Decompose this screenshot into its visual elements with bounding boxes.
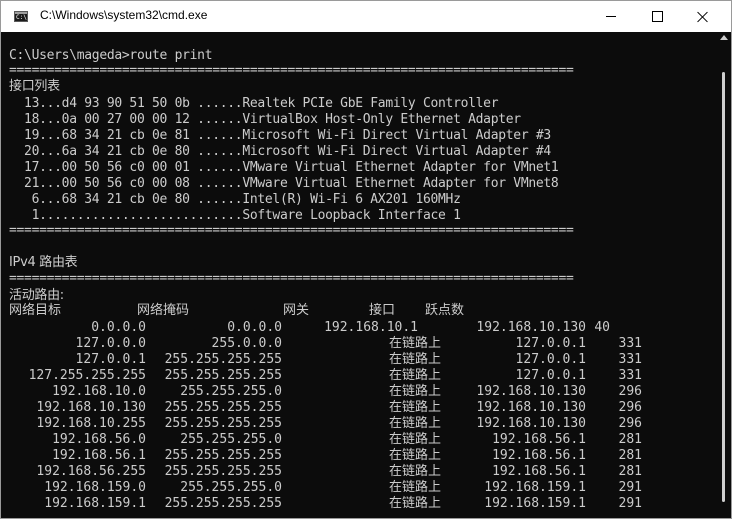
window-title: C:\Windows\system32\cmd.exe bbox=[40, 8, 208, 22]
cmd-app-icon: C:\ bbox=[14, 11, 28, 22]
close-icon bbox=[697, 11, 709, 23]
route-cell-mask: 255.255.255.255 bbox=[164, 496, 282, 511]
cmd-app-icon-label: C:\ bbox=[16, 14, 27, 21]
route-cell-dest: 192.168.159.1 bbox=[44, 496, 146, 511]
column-header-netmask: 网络掩码 bbox=[137, 303, 190, 318]
route-cell-dest: 192.168.10.255 bbox=[36, 416, 146, 431]
route-cell-iface: 127.0.0.1 bbox=[515, 352, 586, 367]
route-cell-dest: 192.168.159.0 bbox=[44, 480, 146, 495]
route-cell-mask: 255.255.255.0 bbox=[180, 432, 282, 447]
route-cell-dest: 127.0.0.1 bbox=[75, 352, 146, 367]
scroll-thumb[interactable] bbox=[722, 72, 725, 502]
interface-row: 19...68 34 21 cb 0e 81 ......Microsoft W… bbox=[9, 128, 551, 143]
active-routes-label: 活动路由: bbox=[9, 288, 64, 303]
column-header-interface: 接口 bbox=[369, 303, 396, 318]
route-cell-iface: 127.0.0.1 bbox=[515, 368, 586, 383]
route-cell-iface: 192.168.10.130 bbox=[476, 416, 586, 431]
route-cell-gateway: 在链路上 bbox=[388, 448, 441, 463]
route-cell-gateway: 在链路上 bbox=[388, 384, 441, 399]
command-prompt: C:\Users\mageda>route print bbox=[9, 48, 213, 63]
interface-row: 20...6a 34 21 cb 0e 80 ......Microsoft W… bbox=[9, 144, 551, 159]
route-cell-gateway: 在链路上 bbox=[388, 432, 441, 447]
route-cell-gateway: 在链路上 bbox=[388, 480, 441, 495]
route-cell-gateway: 192.168.10.1 bbox=[324, 320, 418, 335]
route-cell-mask: 255.255.255.255 bbox=[164, 368, 282, 383]
separator-line: ========================================… bbox=[9, 271, 574, 286]
close-button[interactable] bbox=[680, 1, 726, 32]
route-cell-mask: 255.255.255.255 bbox=[164, 352, 282, 367]
separator-line: ========================================… bbox=[9, 63, 574, 78]
route-cell-iface: 192.168.159.1 bbox=[484, 496, 586, 511]
route-cell-iface: 192.168.10.130 bbox=[476, 320, 586, 335]
route-cell-gateway: 在链路上 bbox=[388, 368, 441, 383]
console-output[interactable]: C:\Users\mageda>route print ============… bbox=[1, 32, 717, 518]
route-cell-mask: 255.255.255.0 bbox=[180, 384, 282, 399]
route-cell-gateway: 在链路上 bbox=[388, 416, 441, 431]
column-header-metric: 跃点数 bbox=[425, 303, 465, 318]
route-cell-iface: 127.0.0.1 bbox=[515, 336, 586, 351]
route-cell-mask: 255.255.255.255 bbox=[164, 400, 282, 415]
route-cell-dest: 192.168.10.130 bbox=[36, 400, 146, 415]
route-cell-dest: 127.0.0.0 bbox=[75, 336, 146, 351]
route-cell-metric: 291 bbox=[618, 496, 642, 511]
route-cell-dest: 192.168.56.255 bbox=[36, 464, 146, 479]
route-cell-iface: 192.168.56.1 bbox=[492, 464, 586, 479]
cmd-window: C:\ C:\Windows\system32\cmd.exe C:\Users… bbox=[0, 0, 732, 519]
route-cell-metric: 331 bbox=[618, 352, 642, 367]
route-cell-iface: 192.168.159.1 bbox=[484, 480, 586, 495]
column-header-destination: 网络目标 bbox=[9, 303, 62, 318]
route-cell-mask: 255.255.255.255 bbox=[164, 448, 282, 463]
route-cell-gateway: 在链路上 bbox=[388, 496, 441, 511]
maximize-button[interactable] bbox=[634, 1, 680, 32]
route-cell-dest: 192.168.56.0 bbox=[52, 432, 146, 447]
route-cell-metric: 281 bbox=[618, 448, 642, 463]
route-cell-iface: 192.168.10.130 bbox=[476, 384, 586, 399]
route-cell-metric: 40 bbox=[594, 320, 610, 335]
ipv4-table-header: IPv4 路由表 bbox=[9, 255, 78, 270]
interface-row: 21...00 50 56 c0 00 08 ......VMware Virt… bbox=[9, 176, 559, 191]
route-cell-metric: 296 bbox=[618, 416, 642, 431]
interface-row: 13...d4 93 90 51 50 0b ......Realtek PCI… bbox=[9, 96, 499, 111]
route-cell-metric: 296 bbox=[618, 384, 642, 399]
route-cell-metric: 281 bbox=[618, 464, 642, 479]
route-cell-metric: 331 bbox=[618, 368, 642, 383]
route-cell-mask: 255.255.255.255 bbox=[164, 464, 282, 479]
route-cell-metric: 296 bbox=[618, 400, 642, 415]
interface-row: 1...........................Software Loo… bbox=[9, 208, 461, 223]
route-cell-iface: 192.168.56.1 bbox=[492, 448, 586, 463]
route-cell-dest: 127.255.255.255 bbox=[28, 368, 146, 383]
vertical-scrollbar[interactable] bbox=[717, 32, 731, 518]
route-cell-metric: 281 bbox=[618, 432, 642, 447]
route-cell-metric: 331 bbox=[618, 336, 642, 351]
route-cell-gateway: 在链路上 bbox=[388, 352, 441, 367]
minimize-icon bbox=[606, 16, 616, 17]
route-cell-mask: 0.0.0.0 bbox=[227, 320, 282, 335]
route-cell-iface: 192.168.10.130 bbox=[476, 400, 586, 415]
route-cell-dest: 0.0.0.0 bbox=[91, 320, 146, 335]
title-bar[interactable]: C:\ C:\Windows\system32\cmd.exe bbox=[1, 1, 731, 32]
route-cell-gateway: 在链路上 bbox=[388, 336, 441, 351]
route-cell-mask: 255.0.0.0 bbox=[211, 336, 282, 351]
maximize-icon bbox=[651, 11, 663, 22]
route-cell-mask: 255.255.255.0 bbox=[180, 480, 282, 495]
route-cell-dest: 192.168.56.1 bbox=[52, 448, 146, 463]
route-cell-iface: 192.168.56.1 bbox=[492, 432, 586, 447]
interface-list-header: 接口列表 bbox=[9, 79, 60, 94]
route-cell-metric: 291 bbox=[618, 480, 642, 495]
interface-row: 6...68 34 21 cb 0e 80 ......Intel(R) Wi-… bbox=[9, 192, 461, 207]
route-cell-mask: 255.255.255.255 bbox=[164, 416, 282, 431]
minimize-button[interactable] bbox=[588, 1, 634, 32]
column-header-gateway: 网关 bbox=[283, 303, 310, 318]
route-cell-dest: 192.168.10.0 bbox=[52, 384, 146, 399]
interface-row: 18...0a 00 27 00 00 12 ......VirtualBox … bbox=[9, 112, 521, 127]
separator-line: ========================================… bbox=[9, 223, 574, 238]
scroll-up-arrow-icon[interactable] bbox=[720, 35, 728, 40]
interface-row: 17...00 50 56 c0 00 01 ......VMware Virt… bbox=[9, 160, 559, 175]
route-cell-gateway: 在链路上 bbox=[388, 400, 441, 415]
route-cell-gateway: 在链路上 bbox=[388, 464, 441, 479]
